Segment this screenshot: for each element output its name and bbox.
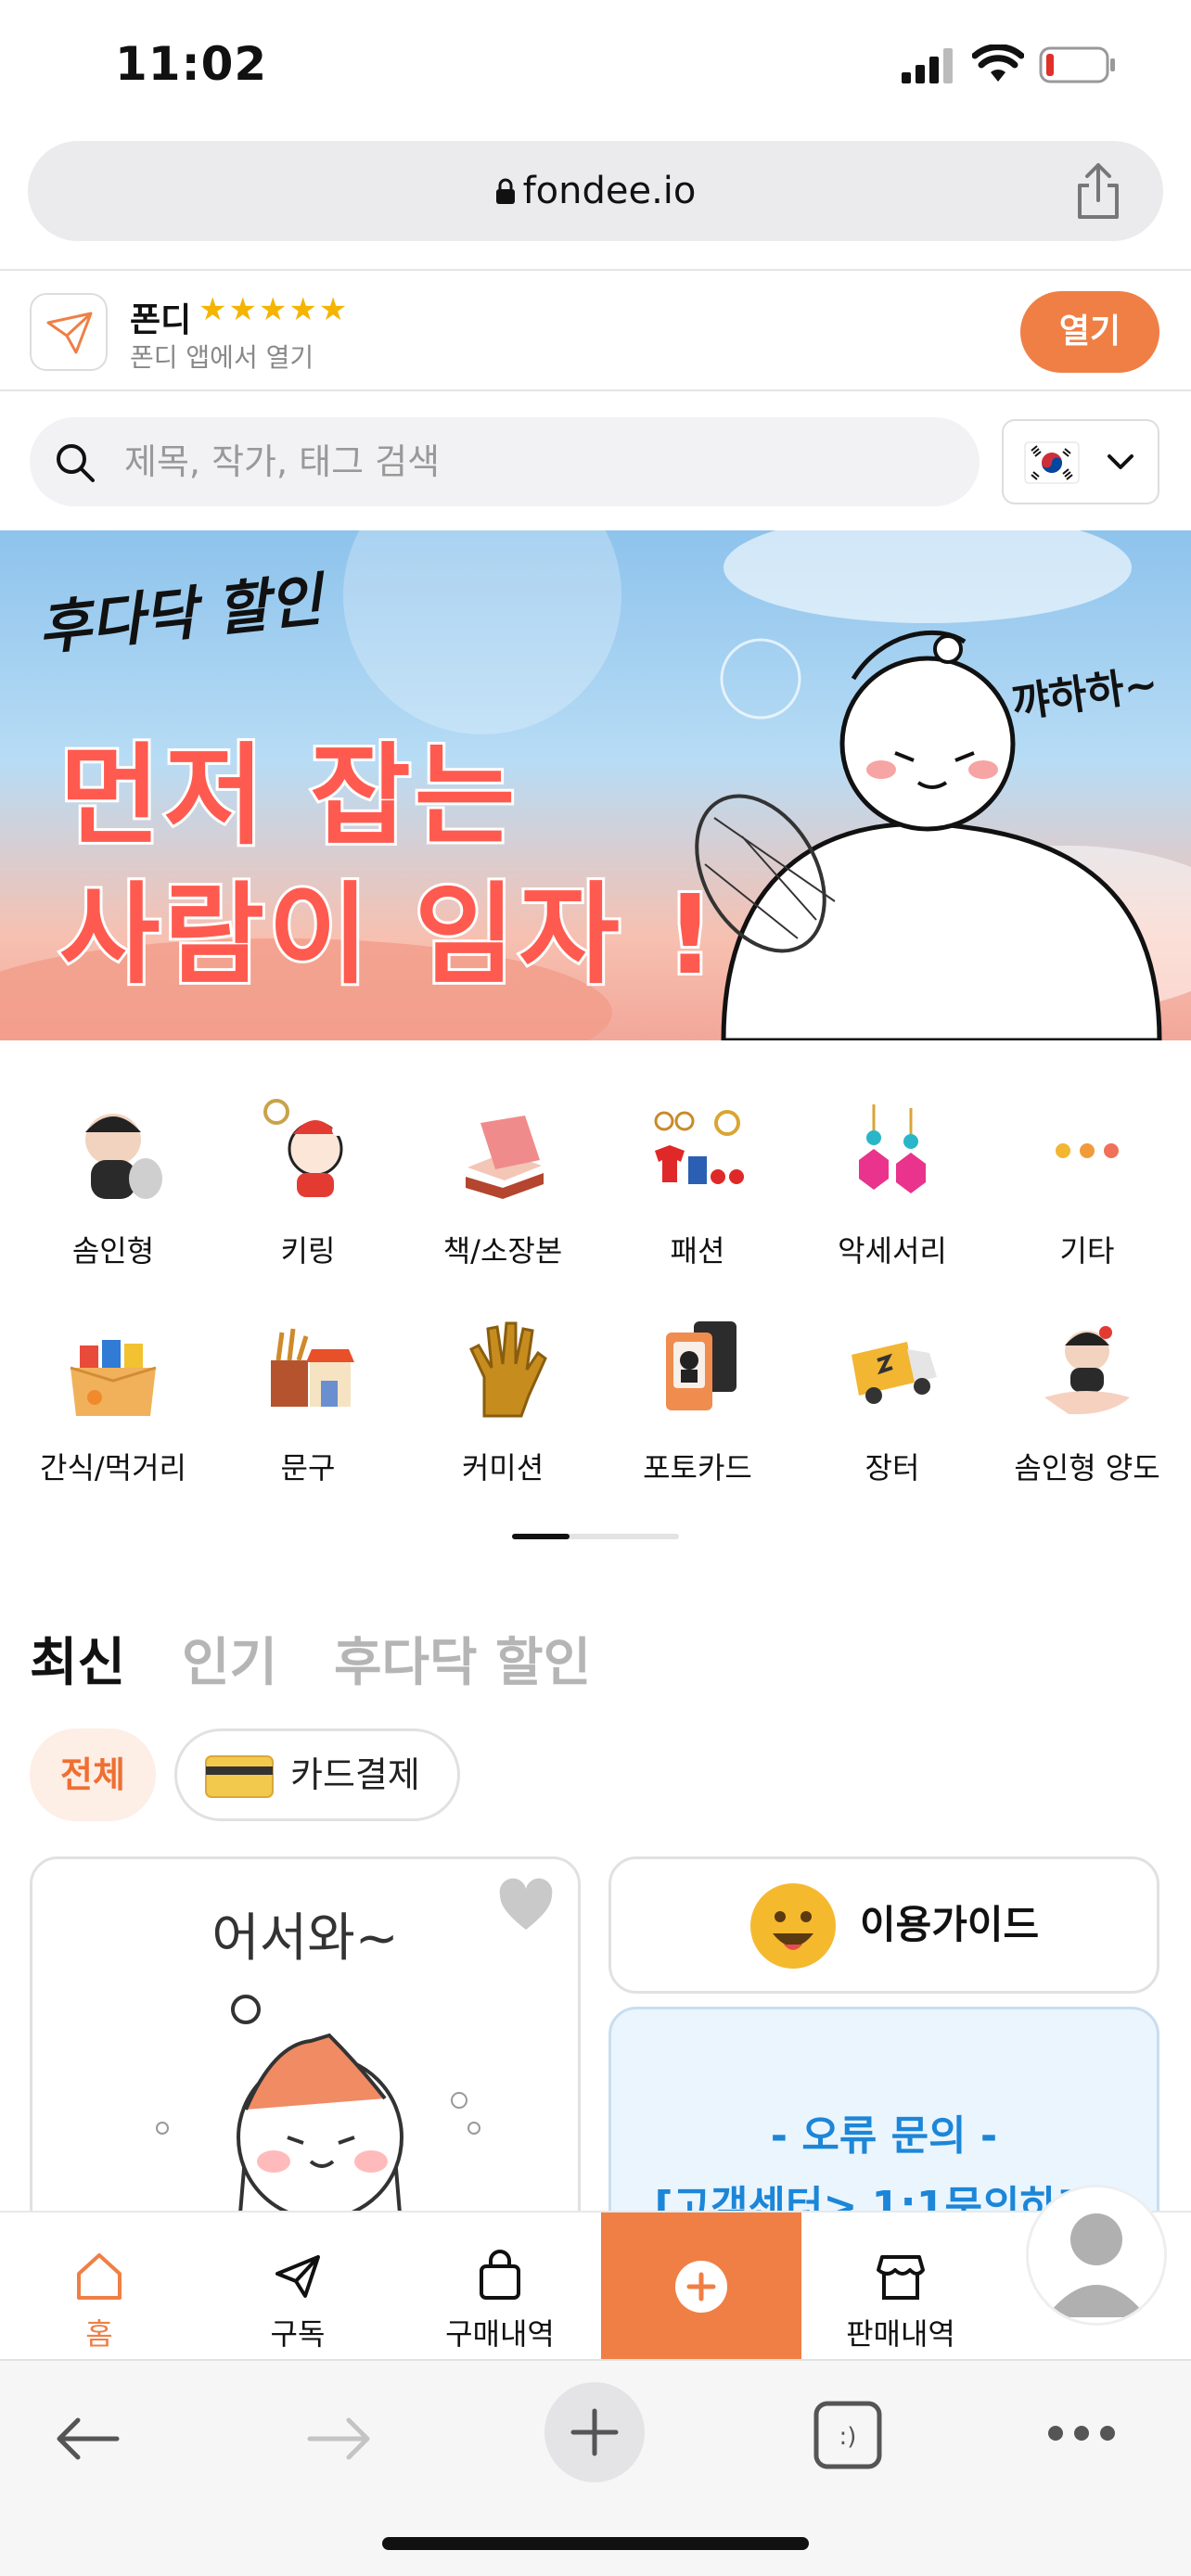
new-tab-icon[interactable]: [544, 2381, 646, 2483]
heart-icon[interactable]: [496, 1878, 556, 1933]
create-button[interactable]: [601, 2213, 801, 2361]
tab-label: 구매내역: [445, 2316, 555, 2352]
chevron-down-icon: [1108, 454, 1133, 469]
earrings-icon: [832, 1090, 953, 1211]
category-stationery[interactable]: 문구: [215, 1307, 401, 1487]
home-indicator: [382, 2537, 809, 2550]
hero-banner[interactable]: 후다닥 할인 먼저 잡는 사람이 임자 ! 꺄하하~: [0, 530, 1191, 1040]
hero-title-line2: 사람이 임자 !: [57, 868, 719, 1001]
category-books[interactable]: 책/소장본: [410, 1090, 596, 1270]
bottom-tab-bar: 홈 구독 구매내역 판매내역: [0, 2211, 1191, 2361]
search-input[interactable]: 제목, 작가, 태그 검색: [30, 417, 980, 506]
lock-icon: [495, 143, 516, 243]
tab-label: 구독: [270, 2316, 326, 2352]
tab-sales[interactable]: 판매내역: [801, 2213, 1000, 2361]
app-logo-icon: [30, 293, 108, 371]
delivery-truck-icon: [832, 1307, 953, 1428]
paper-plane-icon: [275, 2255, 320, 2298]
smart-app-banner: 폰디 ★★★★★ 폰디 앱에서 열기 열기: [0, 269, 1191, 391]
chip-label: 카드결제: [290, 1754, 420, 1795]
tab-latest[interactable]: 최신: [30, 1621, 125, 1696]
category-label: 기타: [1059, 1233, 1115, 1269]
add-icon: [675, 2261, 727, 2313]
back-arrow-icon[interactable]: [52, 2413, 122, 2465]
user-avatar-icon: [1029, 2187, 1164, 2323]
filter-all-chip[interactable]: 전체: [30, 1728, 156, 1821]
clock: 11:02: [115, 37, 268, 91]
rating-stars: ★★★★★: [198, 291, 350, 328]
url-text: fondee.io: [522, 170, 697, 212]
category-label: 솜인형: [71, 1233, 155, 1269]
forward-arrow-icon[interactable]: [304, 2413, 375, 2465]
keyring-icon: [248, 1090, 368, 1211]
category-label: 문구: [280, 1450, 336, 1486]
tab-subscribe[interactable]: 구독: [198, 2213, 397, 2361]
svg-text::): :): [839, 2423, 857, 2451]
more-options-icon[interactable]: [1046, 2422, 1117, 2444]
tab-popular[interactable]: 인기: [182, 1621, 277, 1696]
language-selector[interactable]: [1002, 419, 1159, 504]
share-icon[interactable]: [1072, 161, 1124, 221]
category-label: 커미션: [461, 1450, 544, 1486]
category-fashion[interactable]: 패션: [605, 1090, 790, 1270]
tab-label: 판매내역: [846, 2316, 955, 2352]
category-label: 장터: [864, 1450, 920, 1486]
shopping-bag-icon: [480, 2250, 520, 2300]
category-photocard[interactable]: 포토카드: [605, 1307, 790, 1487]
product-card[interactable]: 어서와~: [30, 1856, 581, 2246]
more-dots-icon: [1027, 1090, 1147, 1211]
photocard-icon: [637, 1307, 758, 1428]
category-label: 솜인형 양도: [1014, 1450, 1160, 1486]
filter-card-payment-chip[interactable]: 카드결제: [174, 1728, 460, 1821]
wifi-icon: [972, 45, 1024, 82]
user-guide-button[interactable]: 이용가이드: [608, 1856, 1159, 1994]
open-app-button[interactable]: 열기: [1020, 291, 1159, 373]
fashion-icon: [637, 1090, 758, 1211]
search-icon: [57, 444, 95, 482]
guide-label: 이용가이드: [860, 1902, 1040, 1947]
plush-doll-icon: [53, 1090, 173, 1211]
address-bar[interactable]: fondee.io: [28, 141, 1163, 241]
category-keyring[interactable]: 키링: [215, 1090, 401, 1270]
credit-card-icon: [205, 1755, 274, 1798]
smiley-emoji-icon: [750, 1883, 836, 1969]
store-icon: [877, 2255, 925, 2300]
category-page-indicator: [512, 1534, 679, 1539]
category-accessory[interactable]: 악세서리: [800, 1090, 985, 1270]
stationery-icon: [248, 1307, 368, 1428]
home-icon: [77, 2253, 122, 2300]
category-label: 패션: [670, 1233, 725, 1269]
tab-home[interactable]: 홈: [0, 2213, 198, 2361]
tab-flash-sale[interactable]: 후다닥 할인: [334, 1621, 591, 1696]
category-commission[interactable]: 커미션: [410, 1307, 596, 1487]
category-plush[interactable]: 솜인형: [20, 1090, 206, 1270]
tab-label: 홈: [85, 2316, 113, 2352]
category-label: 책/소장본: [442, 1233, 563, 1269]
category-snack[interactable]: 간식/먹거리: [20, 1307, 206, 1487]
search-placeholder: 제목, 작가, 태그 검색: [124, 441, 441, 482]
books-icon: [442, 1090, 563, 1211]
app-subtitle: 폰디 앱에서 열기: [130, 342, 314, 373]
profile-avatar[interactable]: [1026, 2185, 1167, 2326]
cellular-signal-icon: [902, 48, 953, 83]
app-name: 폰디: [130, 301, 192, 339]
status-bar: 11:02: [0, 0, 1191, 137]
snack-box-icon: [53, 1307, 173, 1428]
hero-title-line1: 먼저 잡는: [57, 729, 519, 862]
category-plush-transfer[interactable]: 솜인형 양도: [994, 1307, 1180, 1487]
ghost-illustration: [156, 1995, 480, 2243]
category-label: 간식/먹거리: [40, 1450, 186, 1486]
notice-title: - 오류 문의 -: [770, 2112, 998, 2160]
category-market[interactable]: 장터: [800, 1307, 985, 1487]
tabs-icon[interactable]: :): [813, 2400, 883, 2470]
golden-hand-icon: [442, 1307, 563, 1428]
battery-icon: [1039, 46, 1115, 83]
category-label: 포토카드: [643, 1450, 752, 1486]
category-etc[interactable]: 기타: [994, 1090, 1180, 1270]
korea-flag-icon: [1024, 441, 1080, 484]
category-label: 악세서리: [838, 1233, 947, 1269]
plush-transfer-icon: [1027, 1307, 1147, 1428]
tab-purchases[interactable]: 구매내역: [401, 2213, 599, 2361]
category-label: 키링: [280, 1233, 336, 1269]
